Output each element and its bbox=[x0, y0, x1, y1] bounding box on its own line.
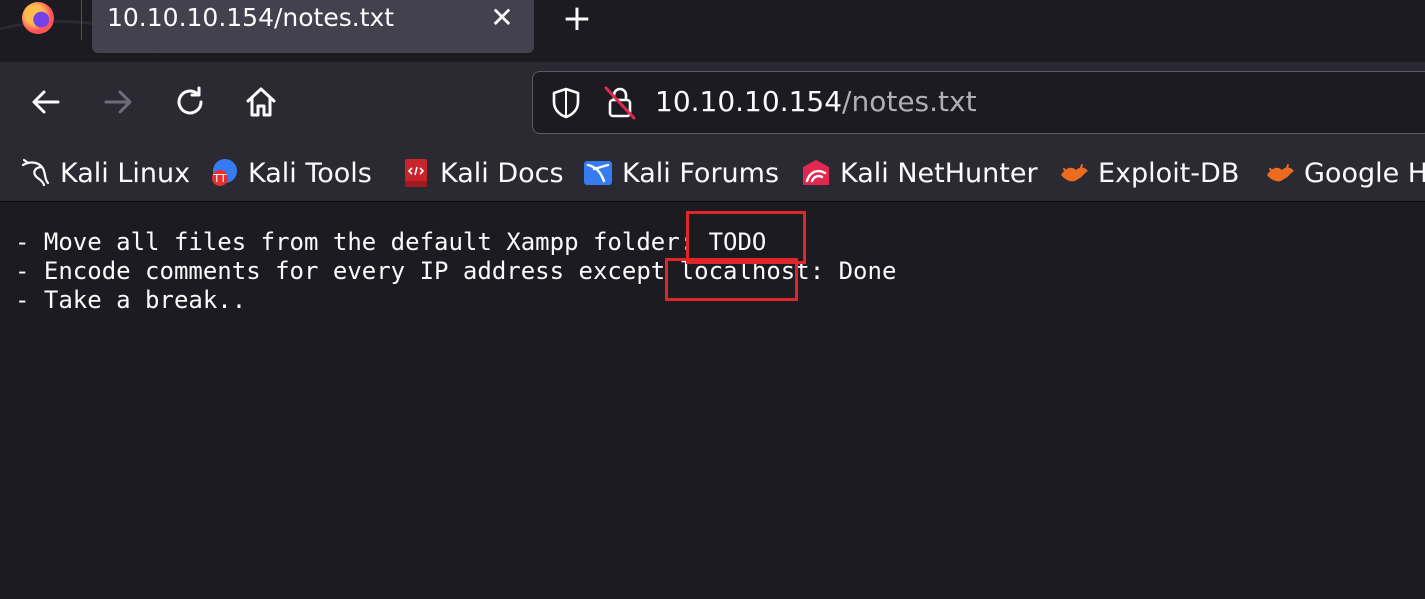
bookmark-label: Google H bbox=[1304, 157, 1425, 189]
page-content: - Move all files from the default Xampp … bbox=[0, 203, 1425, 599]
home-button[interactable] bbox=[243, 84, 279, 120]
bookmark-label: Kali Docs bbox=[440, 157, 564, 189]
bookmark-kali-tools[interactable]: TT Kali Tools bbox=[208, 156, 372, 190]
tab-separator bbox=[81, 0, 82, 40]
kali-forums-icon bbox=[584, 161, 612, 185]
back-arrow-icon bbox=[32, 90, 60, 114]
bookmark-kali-linux[interactable]: Kali Linux bbox=[20, 156, 190, 190]
bookmarks-toolbar: Kali Linux TT Kali Tools Kali Docs Kali … bbox=[0, 142, 1425, 202]
highlight-box-localhost bbox=[665, 258, 798, 301]
reload-icon bbox=[177, 86, 203, 115]
url-host: 10.10.10.154 bbox=[655, 85, 843, 118]
active-tab[interactable]: 10.10.10.154/notes.txt ✕ bbox=[92, 0, 534, 53]
insecure-lock-icon[interactable] bbox=[603, 85, 637, 121]
forward-button[interactable] bbox=[100, 84, 136, 120]
bookmark-exploit-db[interactable]: Exploit-DB bbox=[1058, 156, 1239, 190]
bookmark-kali-docs[interactable]: Kali Docs bbox=[400, 156, 564, 190]
reload-button[interactable] bbox=[172, 84, 208, 120]
bookmark-kali-forums[interactable]: Kali Forums bbox=[582, 156, 779, 190]
home-icon bbox=[246, 87, 276, 117]
google-hacking-icon bbox=[1267, 164, 1294, 182]
bookmark-kali-nethunter[interactable]: Kali NetHunter bbox=[800, 156, 1038, 190]
new-tab-button[interactable]: + bbox=[560, 0, 594, 38]
bookmark-label: Kali Tools bbox=[248, 157, 372, 189]
svg-text:TT: TT bbox=[212, 172, 227, 185]
bookmark-label: Kali Forums bbox=[622, 157, 780, 189]
address-bar[interactable]: 10.10.10.154/notes.txt bbox=[532, 71, 1425, 134]
navigation-toolbar: 10.10.10.154/notes.txt bbox=[0, 62, 1425, 142]
bookmark-label: Exploit-DB bbox=[1098, 157, 1240, 189]
tab-strip: 10.10.10.154/notes.txt ✕ + bbox=[0, 0, 1425, 62]
url-text[interactable]: 10.10.10.154/notes.txt bbox=[655, 85, 977, 118]
url-path: /notes.txt bbox=[842, 85, 977, 118]
bookmark-google-hacking[interactable]: Google H bbox=[1264, 156, 1425, 190]
tab-title: 10.10.10.154/notes.txt bbox=[107, 3, 395, 32]
kali-nethunter-icon bbox=[803, 160, 829, 185]
firefox-menu-icon[interactable] bbox=[22, 2, 54, 34]
forward-arrow-icon bbox=[104, 90, 132, 114]
kali-tools-icon: TT bbox=[212, 159, 237, 186]
bookmark-label: Kali NetHunter bbox=[840, 157, 1038, 189]
back-button[interactable] bbox=[28, 84, 64, 120]
bookmark-label: Kali Linux bbox=[60, 157, 191, 189]
exploit-db-icon bbox=[1061, 164, 1088, 182]
tracking-protection-shield-icon[interactable] bbox=[549, 86, 583, 120]
kali-docs-icon bbox=[405, 159, 427, 187]
kali-dragon-icon bbox=[21, 158, 50, 187]
highlight-box-todo bbox=[686, 211, 806, 264]
tab-close-icon[interactable]: ✕ bbox=[490, 4, 514, 32]
